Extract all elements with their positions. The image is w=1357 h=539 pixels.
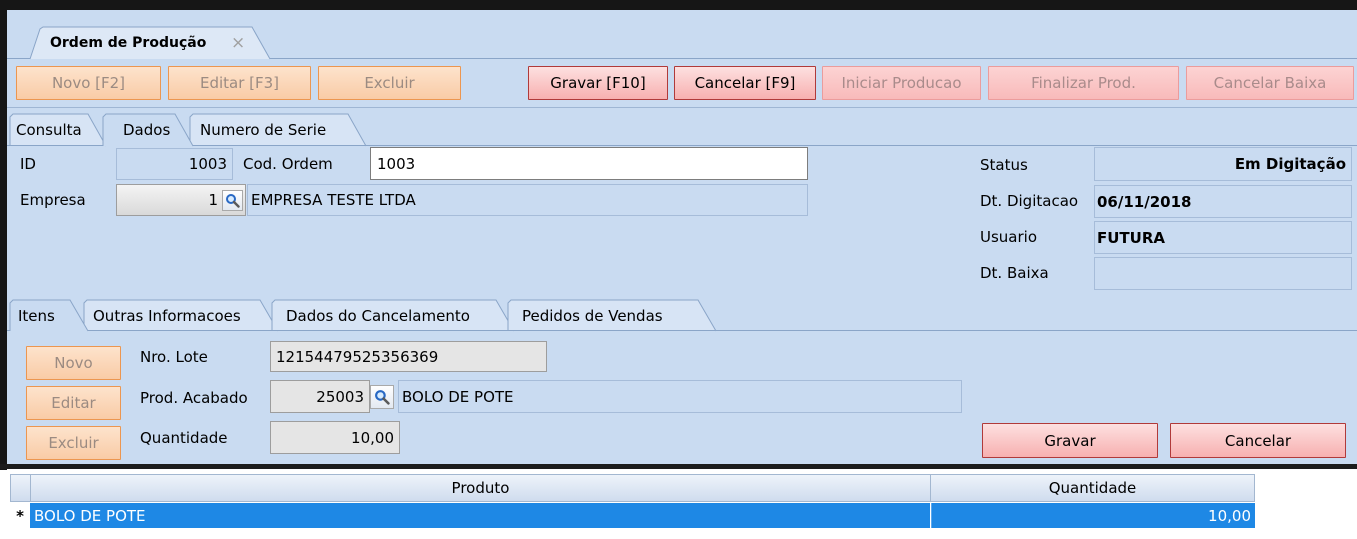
toolbar-separator	[7, 107, 1357, 108]
empresa-name-field: EMPRESA TESTE LTDA	[247, 184, 808, 216]
search-icon[interactable]	[370, 385, 394, 409]
prod-code-field[interactable]: 25003	[270, 380, 370, 413]
finalizar-prod-button[interactable]: Finalizar Prod.	[988, 66, 1179, 100]
cancelar-button[interactable]: Cancelar [F9]	[674, 66, 816, 100]
dt-digitacao-value: 06/11/2018	[1097, 192, 1192, 211]
dt-digitacao-label: Dt. Digitacao	[980, 192, 1079, 210]
excluir-button[interactable]: Excluir	[318, 66, 461, 100]
quantidade-field[interactable]: 10,00	[270, 421, 400, 454]
empresa-code-field[interactable]: 1	[116, 184, 246, 216]
tab-numero-de-serie-label: Numero de Serie	[200, 121, 327, 139]
prod-name-field: BOLO DE POTE	[398, 380, 962, 413]
id-label: ID	[20, 155, 36, 173]
tab-pedidos-de-vendas[interactable]: Pedidos de Vendas	[507, 299, 717, 332]
dt-baixa-field	[1094, 257, 1352, 290]
empresa-label: Empresa	[20, 191, 86, 209]
window-left-border	[0, 0, 7, 470]
tab-consulta-label: Consulta	[16, 121, 82, 139]
tab-numero-de-serie[interactable]: Numero de Serie	[189, 113, 367, 147]
document-tab-ordem-producao[interactable]: Ordem de Produção ×	[29, 26, 271, 60]
prod-code-value: 25003	[316, 387, 364, 406]
item-editar-button[interactable]: Editar	[26, 386, 121, 420]
status-value: Em Digitação	[1234, 155, 1346, 173]
cell-produto[interactable]: BOLO DE POTE	[30, 503, 930, 528]
id-field: 1003	[116, 148, 233, 180]
tab-dados-do-cancelamento-label: Dados do Cancelamento	[286, 306, 470, 325]
cod-ordem-label: Cod. Ordem	[243, 155, 333, 173]
editar-button[interactable]: Editar [F3]	[168, 66, 311, 100]
empresa-name-value: EMPRESA TESTE LTDA	[251, 191, 416, 209]
search-icon[interactable]	[222, 189, 243, 211]
item-gravar-button[interactable]: Gravar	[982, 423, 1158, 458]
gravar-button[interactable]: Gravar [F10]	[528, 66, 668, 100]
sub-tabs-line	[7, 330, 1357, 331]
main-tabs-line	[7, 145, 1357, 146]
close-icon[interactable]: ×	[231, 27, 245, 59]
tab-pedidos-de-vendas-label: Pedidos de Vendas	[522, 306, 663, 325]
document-tab-title: Ordem de Produção	[50, 35, 207, 51]
grid-indicator-header	[10, 474, 31, 502]
prod-name-value: BOLO DE POTE	[402, 387, 514, 406]
panel-separator	[0, 464, 1357, 469]
nro-lote-value: 12154479525356369	[276, 347, 439, 366]
usuario-field: FUTURA	[1094, 221, 1352, 254]
quantidade-label: Quantidade	[140, 429, 228, 447]
novo-button[interactable]: Novo [F2]	[16, 66, 161, 100]
prod-acabado-label: Prod. Acabado	[140, 389, 248, 407]
item-excluir-button[interactable]: Excluir	[26, 426, 121, 460]
dt-digitacao-field: 06/11/2018	[1094, 185, 1352, 218]
tab-outras-informacoes-label: Outras Informacoes	[93, 306, 241, 325]
usuario-value: FUTURA	[1097, 228, 1165, 247]
nro-lote-field[interactable]: 12154479525356369	[270, 341, 547, 372]
tab-dados-label: Dados	[123, 121, 171, 139]
tab-dados-do-cancelamento[interactable]: Dados do Cancelamento	[271, 299, 515, 332]
items-grid: Produto Quantidade * BOLO DE POTE 10,00	[0, 469, 1357, 539]
iniciar-producao-button[interactable]: Iniciar Producao	[822, 66, 981, 100]
nro-lote-label: Nro. Lote	[140, 348, 208, 366]
cod-ordem-input[interactable]	[370, 147, 808, 180]
tab-dados[interactable]: Dados	[102, 113, 194, 147]
item-cancelar-button[interactable]: Cancelar	[1170, 423, 1346, 458]
cell-quantidade[interactable]: 10,00	[931, 503, 1255, 528]
status-label: Status	[980, 156, 1028, 174]
empresa-code-value: 1	[208, 191, 218, 209]
cancelar-baixa-button[interactable]: Cancelar Baixa	[1186, 66, 1354, 100]
usuario-label: Usuario	[980, 228, 1038, 246]
grid-header-quantidade[interactable]: Quantidade	[930, 474, 1255, 502]
dt-baixa-label: Dt. Baixa	[980, 264, 1049, 282]
grid-header-produto[interactable]: Produto	[30, 474, 931, 502]
tab-itens[interactable]: Itens	[9, 299, 89, 332]
id-value: 1003	[188, 155, 227, 173]
row-indicator: *	[16, 506, 24, 525]
tab-itens-label: Itens	[18, 306, 55, 325]
status-field: Em Digitação	[1094, 147, 1352, 181]
tab-consulta[interactable]: Consulta	[9, 113, 107, 147]
item-novo-button[interactable]: Novo	[26, 346, 121, 380]
quantidade-value: 10,00	[351, 428, 394, 447]
tab-outras-informacoes[interactable]: Outras Informacoes	[83, 299, 279, 332]
window-top-border	[0, 0, 1357, 10]
